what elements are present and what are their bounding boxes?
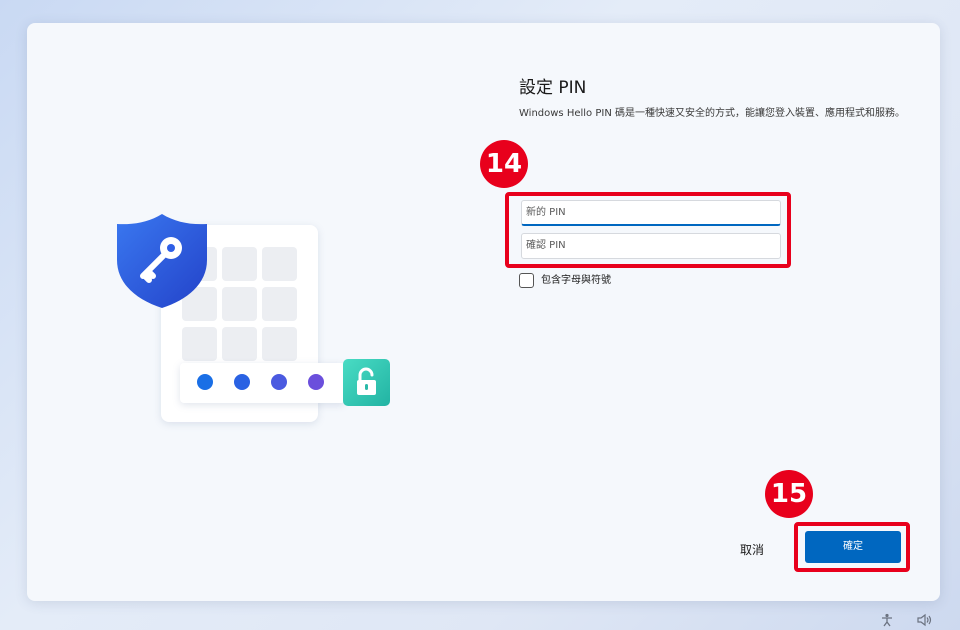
keypad-key bbox=[222, 327, 257, 361]
keypad-key bbox=[262, 247, 297, 281]
accessibility-icon[interactable] bbox=[880, 613, 894, 630]
shield-key-icon bbox=[117, 214, 207, 308]
annotation-box-ok bbox=[794, 522, 910, 572]
annotation-badge-14: 14 bbox=[480, 140, 528, 188]
page-title: 設定 PIN bbox=[519, 78, 587, 98]
keypad-key bbox=[262, 327, 297, 361]
pin-dot bbox=[234, 374, 250, 390]
annotation-badge-15: 15 bbox=[765, 470, 813, 518]
keypad-key bbox=[222, 287, 257, 321]
pin-dot bbox=[308, 374, 324, 390]
keypad-key bbox=[182, 327, 217, 361]
setup-card: 設定 PIN Windows Hello PIN 碼是一種快速又安全的方式，能讓… bbox=[27, 23, 940, 601]
volume-icon[interactable] bbox=[917, 613, 933, 630]
include-letters-label: 包含字母與符號 bbox=[541, 275, 611, 286]
pin-entry-bar bbox=[180, 363, 345, 403]
cancel-button[interactable]: 取消 bbox=[729, 539, 775, 561]
keypad-key bbox=[222, 247, 257, 281]
pin-dot bbox=[197, 374, 213, 390]
unlock-icon bbox=[343, 359, 390, 406]
page-description: Windows Hello PIN 碼是一種快速又安全的方式，能讓您登入裝置、應… bbox=[519, 108, 905, 119]
keypad-key bbox=[262, 287, 297, 321]
annotation-box-inputs bbox=[505, 192, 791, 268]
pin-dot bbox=[271, 374, 287, 390]
include-letters-checkbox[interactable] bbox=[519, 273, 534, 288]
